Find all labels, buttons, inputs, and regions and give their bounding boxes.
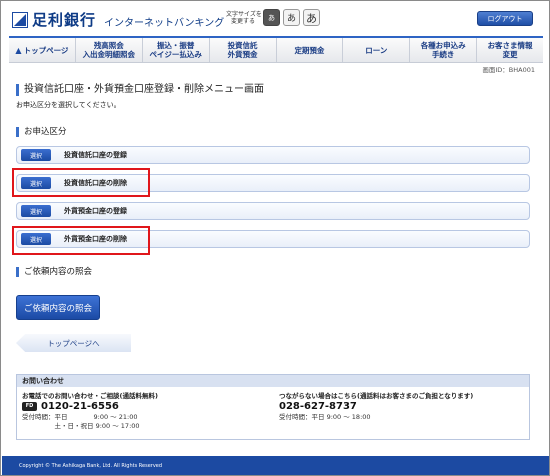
screen-id: 画面ID：BHA001: [482, 66, 535, 74]
font-size-small-button[interactable]: あ: [263, 9, 280, 26]
top-page-link[interactable]: トップページへ: [16, 334, 131, 352]
nav-loan[interactable]: ローン: [343, 38, 411, 62]
section-title-inquiry: ご依頼内容の照会: [16, 267, 92, 277]
section-title-apply: お申込区分: [16, 127, 67, 137]
instruction-text: お申込区分を選択してください。: [16, 101, 121, 109]
nav-time-deposit[interactable]: 定期預金: [277, 38, 344, 62]
font-size-label: 文字サイズを 変更する: [226, 10, 262, 25]
contact-hours: 受付時間：平日 9:00 ～ 21:00 土・日・祝日 9:00 ～ 17:00: [22, 413, 140, 430]
footer-copyright: Copyright © The Ashikaga Bank, Ltd. All …: [2, 456, 549, 475]
contact-title: お電話でのお問い合わせ・ご相談(通話料無料): [22, 392, 158, 400]
nav-label: 定期預金: [294, 45, 325, 55]
option-label: 外貨預金口座の登録: [64, 207, 127, 215]
global-nav: ▲ トップページ 残高照会 入出金明細照会 振込・振替 ペイジー払込み 投資信託…: [9, 36, 543, 63]
nav-investment-fx[interactable]: 投資信託 外貨預金: [210, 38, 277, 62]
browser-frame: 足利銀行 インターネットバンキング 文字サイズを 変更する あ あ あ ログアウ…: [0, 0, 550, 476]
font-size-large-button[interactable]: あ: [303, 9, 320, 26]
phone-number: 0120-21-6556: [41, 401, 119, 412]
nav-label: お客さま情報 変更: [487, 41, 533, 59]
nav-label: 各種お申込み 手続き: [420, 41, 466, 59]
nav-balance-inquiry[interactable]: 残高照会 入出金明細照会: [76, 38, 143, 62]
contact-freedial: お電話でのお問い合わせ・ご相談(通話料無料) FD 0120-21-6556 受…: [22, 390, 158, 431]
bank-logo[interactable]: 足利銀行 インターネットバンキング: [12, 9, 224, 30]
select-button[interactable]: 選択: [21, 205, 51, 217]
contact-heading: お問い合わせ: [17, 375, 529, 387]
nav-top-page[interactable]: ▲ トップページ: [9, 38, 76, 62]
option-label: 投資信託口座の登録: [64, 151, 127, 159]
logout-button[interactable]: ログアウト: [477, 11, 533, 26]
contact-box: お問い合わせ お電話でのお問い合わせ・ご相談(通話料無料) FD 0120-21…: [16, 374, 530, 440]
select-button[interactable]: 選択: [21, 149, 51, 161]
contact-hours: 受付時間：平日 9:00 ～ 18:00: [279, 413, 371, 421]
nav-customer-info[interactable]: お客さま情報 変更: [477, 38, 543, 62]
nav-label: 投資信託 外貨預金: [227, 41, 258, 59]
nav-label: トップページ: [23, 45, 69, 55]
nav-label: ローン: [365, 45, 388, 55]
bank-name: 足利銀行: [32, 11, 97, 29]
nav-label: 残高照会 入出金明細照会: [82, 41, 136, 59]
freedial-icon: FD: [22, 402, 37, 411]
font-size-medium-button[interactable]: あ: [283, 9, 300, 26]
highlight-box: [12, 226, 150, 255]
service-name: インターネットバンキング: [104, 17, 225, 29]
option-row-fund-register: 選択 投資信託口座の登録: [16, 146, 530, 164]
highlight-box: [12, 168, 150, 197]
home-icon: ▲: [15, 45, 22, 55]
font-size-switcher: 文字サイズを 変更する あ あ あ: [226, 9, 320, 26]
contact-paid-line: つながらない場合はこちら(通話料はお客さまのご負担となります) 028-627-…: [279, 390, 473, 422]
nav-transfer[interactable]: 振込・振替 ペイジー払込み: [143, 38, 210, 62]
contact-phone: FD 0120-21-6556: [22, 401, 158, 412]
inquiry-button[interactable]: ご依頼内容の照会: [16, 295, 100, 320]
header: 足利銀行 インターネットバンキング 文字サイズを 変更する あ あ あ ログアウ…: [2, 2, 549, 36]
nav-label: 振込・振替 ペイジー払込み: [149, 41, 202, 59]
option-row-fx-register: 選択 外貨預金口座の登録: [16, 202, 530, 220]
page-title: 投資信託口座・外貨預金口座登録・削除メニュー画面: [16, 84, 264, 96]
phone-number: 028-627-8737: [279, 401, 357, 412]
bank-logo-icon: [12, 11, 28, 28]
nav-applications[interactable]: 各種お申込み 手続き: [410, 38, 478, 62]
contact-title: つながらない場合はこちら(通話料はお客さまのご負担となります): [279, 392, 474, 400]
